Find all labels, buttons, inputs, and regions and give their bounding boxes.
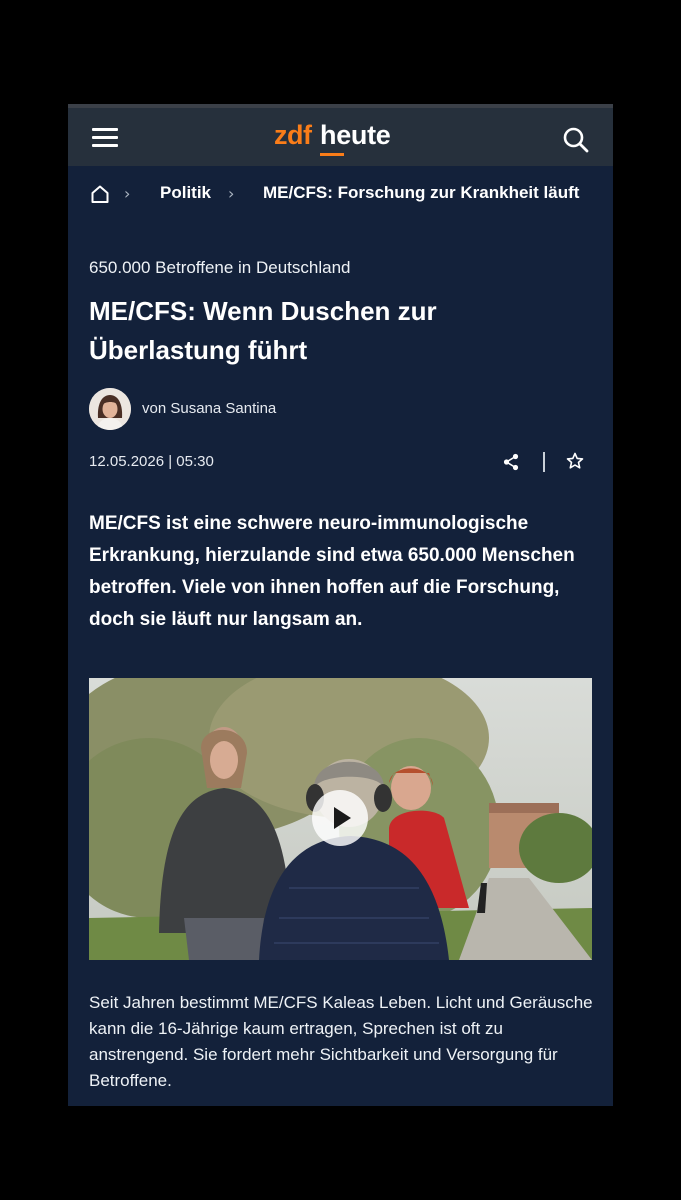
author-name[interactable]: von Susana Santina <box>142 400 276 417</box>
play-icon[interactable] <box>312 790 368 846</box>
video-caption: Seit Jahren bestimmt ME/CFS Kaleas Leben… <box>89 993 593 1090</box>
search-icon[interactable] <box>562 126 590 154</box>
home-icon[interactable] <box>90 184 110 204</box>
top-header: zdf heute <box>68 108 613 166</box>
star-icon[interactable] <box>566 452 584 470</box>
breadcrumb-item-politik[interactable]: Politik <box>160 183 211 203</box>
breadcrumb-fade <box>583 166 613 222</box>
share-icon[interactable] <box>502 453 520 471</box>
logo-underline <box>320 153 344 156</box>
app-screen: zdf heute › Politik › ME/CFS: Forschung … <box>68 104 613 1106</box>
article-title: ME/CFS: Wenn Duschen zur Überlastung füh… <box>89 296 437 365</box>
video-player[interactable] <box>89 678 592 960</box>
article-kicker: 650.000 Betroffene in Deutschland <box>89 258 351 277</box>
breadcrumb-item-current[interactable]: ME/CFS: Forschung zur Krankheit läuft <box>263 183 579 203</box>
logo-heute: heute <box>320 120 391 150</box>
chevron-right-icon: › <box>228 184 235 203</box>
publish-date: 12.05.2026 | 05:30 <box>89 453 214 470</box>
zdfheute-logo[interactable]: zdf heute <box>274 118 414 156</box>
chevron-right-icon: › <box>124 184 131 203</box>
action-divider <box>543 452 545 472</box>
hamburger-menu-icon[interactable] <box>92 126 118 148</box>
breadcrumb: › Politik › ME/CFS: Forschung zur Krankh… <box>68 166 613 222</box>
logo-zdf: zdf <box>274 120 312 150</box>
author-avatar[interactable] <box>89 388 131 430</box>
article-lead: ME/CFS ist eine schwere neuro-immunologi… <box>89 513 575 630</box>
